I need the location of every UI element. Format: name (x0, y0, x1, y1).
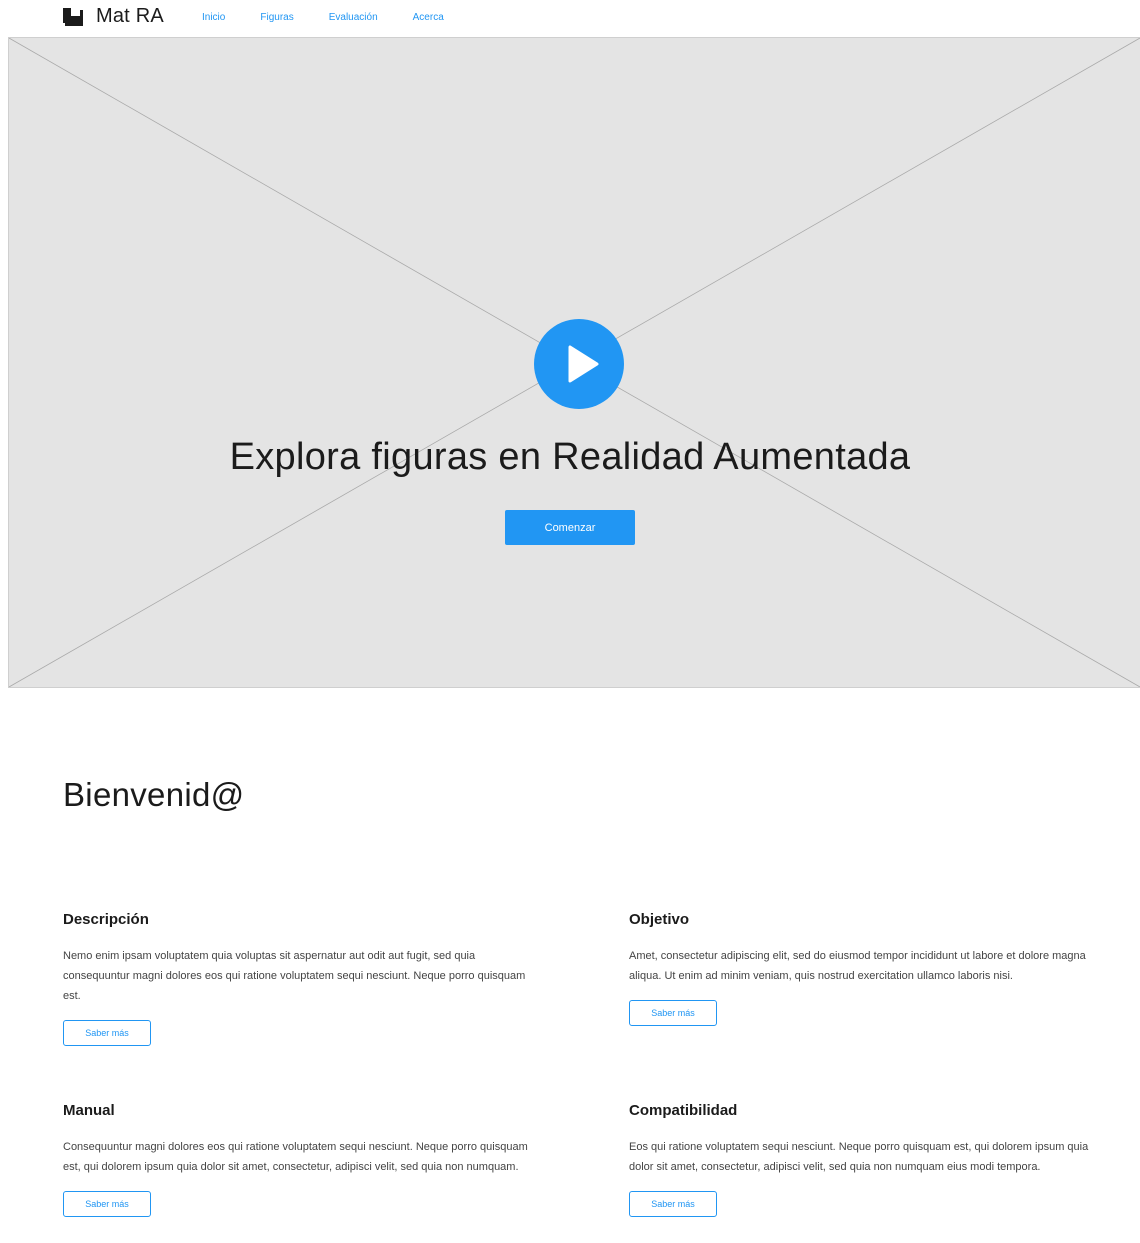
card-text: Eos qui ratione voluptatem sequi nesciun… (629, 1141, 1089, 1173)
card-manual: Manual Consequuntur magni dolores eos qu… (63, 1102, 533, 1217)
card-title: Compatibilidad (629, 1102, 738, 1119)
play-video-button[interactable] (534, 319, 624, 409)
card-title: Manual (63, 1102, 115, 1119)
card-text: Amet, consectetur adipiscing elit, sed d… (629, 950, 1086, 982)
cube-icon (63, 7, 84, 27)
card-objetivo: Objetivo Amet, consectetur adipiscing el… (629, 911, 1099, 1026)
hero-title: Explora figuras en Realidad Aumentada (229, 436, 911, 478)
card-compatibilidad: Compatibilidad Eos qui ratione voluptate… (629, 1102, 1099, 1217)
play-icon (568, 345, 599, 383)
saber-mas-button-objetivo[interactable]: Saber más (629, 1000, 717, 1026)
main-nav: Inicio Figuras Evaluación Acerca (202, 12, 479, 23)
brand-logo[interactable]: Mat RA (63, 5, 164, 28)
comenzar-button[interactable]: Comenzar (505, 510, 635, 545)
card-title: Descripción (63, 911, 149, 928)
card-descripcion: Descripción Nemo enim ipsam voluptatem q… (63, 911, 533, 1046)
welcome-title: Bienvenid@ (63, 776, 245, 813)
card-text: Consequuntur magni dolores eos qui ratio… (63, 1141, 528, 1173)
nav-link-acerca[interactable]: Acerca (413, 12, 444, 23)
card-title: Objetivo (629, 911, 690, 928)
hero-video-placeholder (8, 37, 1140, 688)
site-header: Mat RA Inicio Figuras Evaluación Acerca (0, 0, 1140, 37)
nav-link-evaluacion[interactable]: Evaluación (329, 12, 378, 23)
saber-mas-button-descripcion[interactable]: Saber más (63, 1020, 151, 1046)
brand-name: Mat RA (96, 5, 164, 27)
nav-link-figuras[interactable]: Figuras (260, 12, 293, 23)
saber-mas-button-compatibilidad[interactable]: Saber más (629, 1191, 717, 1217)
card-text: Nemo enim ipsam voluptatem quia voluptas… (63, 950, 526, 1002)
saber-mas-button-manual[interactable]: Saber más (63, 1191, 151, 1217)
nav-link-inicio[interactable]: Inicio (202, 12, 225, 23)
